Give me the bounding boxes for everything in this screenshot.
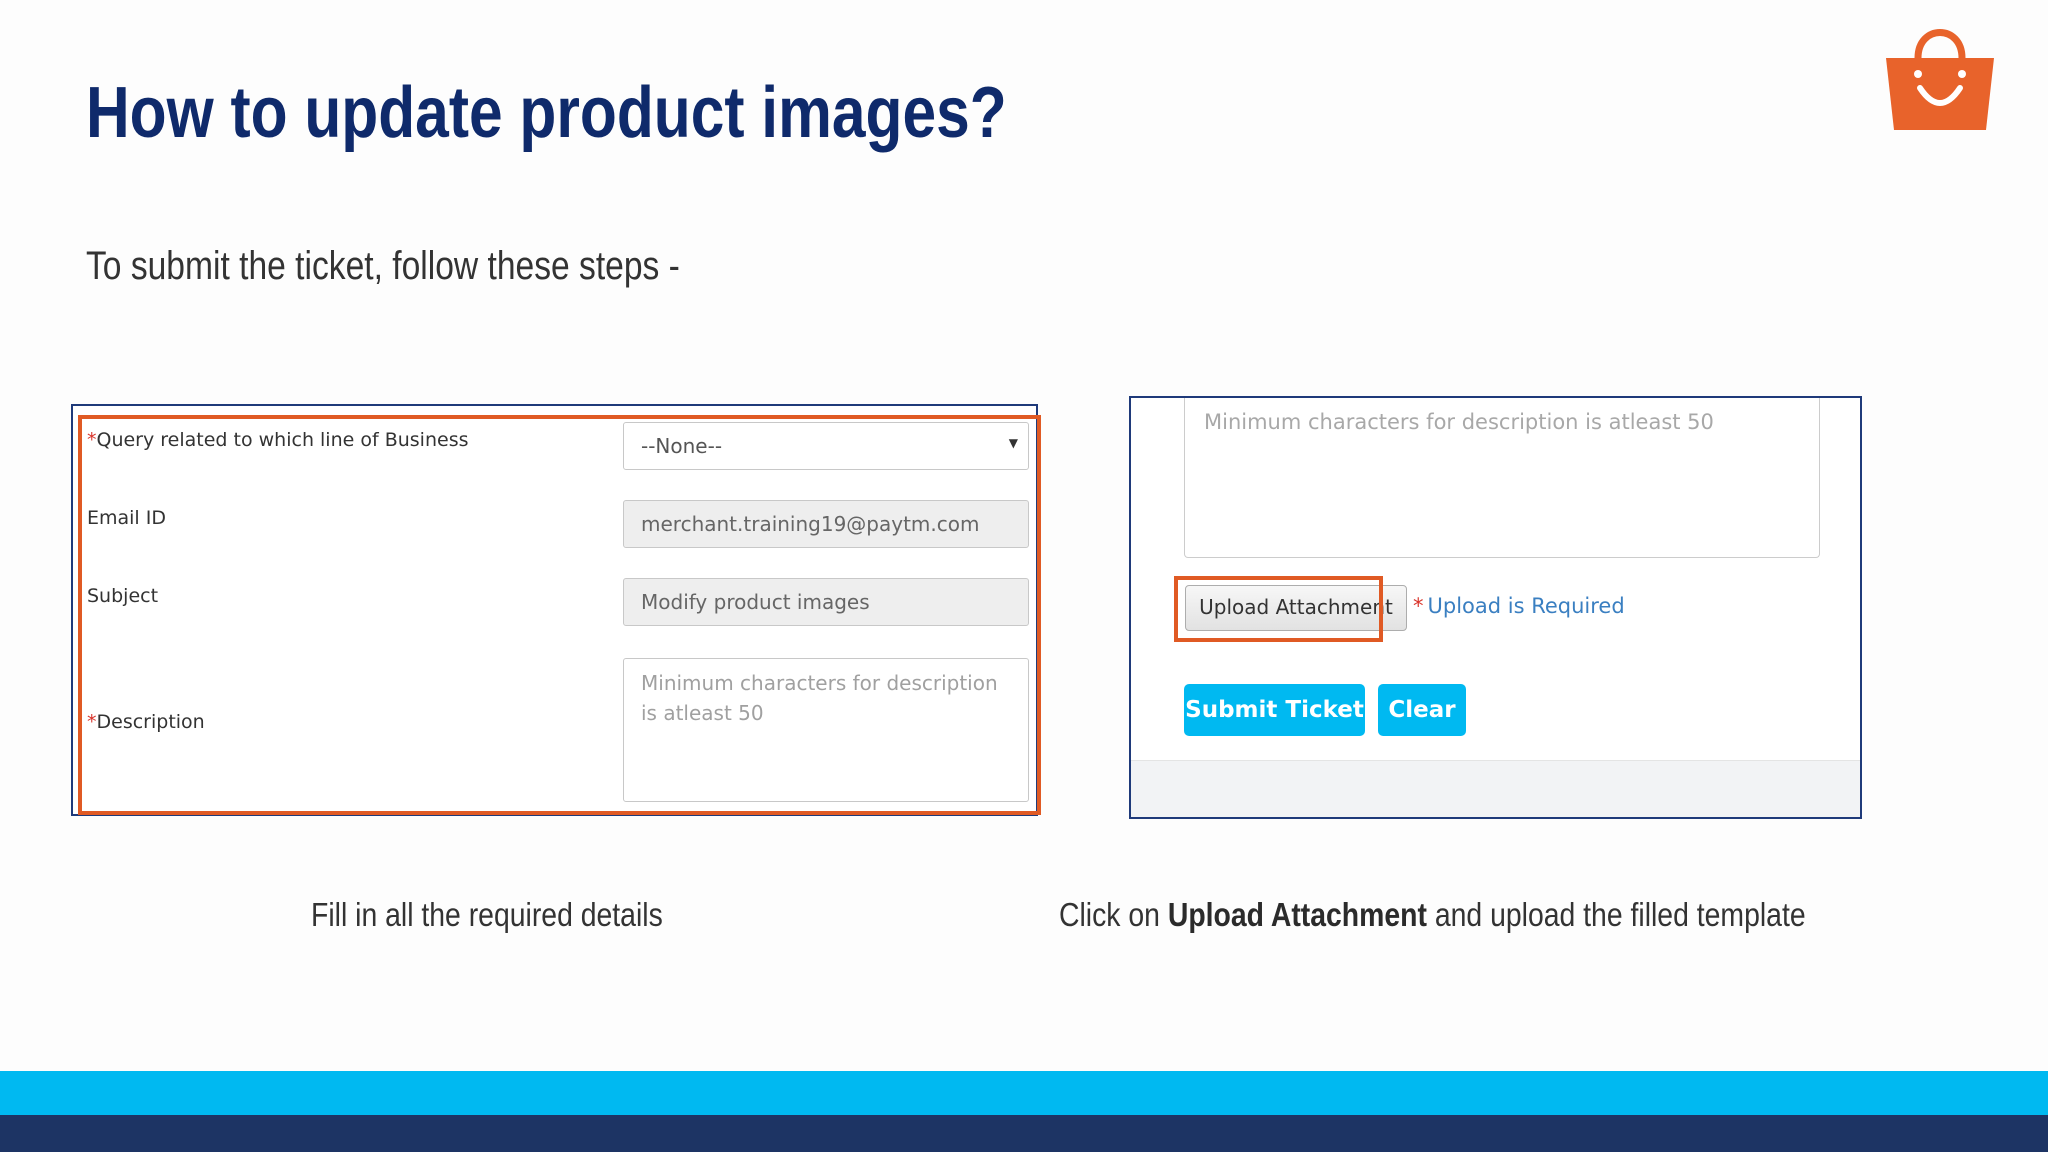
submit-ticket-button[interactable]: Submit Ticket [1184, 684, 1365, 736]
upload-screenshot: Minimum characters for description is at… [1129, 396, 1862, 819]
required-mark: * [1413, 594, 1424, 618]
footer-bar-dark [0, 1115, 2048, 1152]
shopping-bag-icon [1886, 29, 1994, 130]
subject-label: Subject [87, 585, 159, 607]
upload-required-text: * Upload is Required [1413, 594, 1625, 618]
required-mark: * [87, 711, 97, 733]
ticket-form-screenshot: *Query related to which line of Business… [71, 404, 1041, 816]
subject-field[interactable]: Modify product images [623, 578, 1029, 626]
description-textarea[interactable]: Minimum characters for description is at… [623, 658, 1029, 802]
slide-title: How to update product images? [86, 73, 1007, 153]
required-mark: * [87, 429, 97, 451]
caption-left: Fill in all the required details [311, 896, 663, 933]
line-of-business-select[interactable]: --None-- ▼ [623, 422, 1029, 470]
description-label: *Description [87, 711, 205, 733]
caption-right: Click on Upload Attachment and upload th… [1059, 896, 1806, 933]
upload-button-highlight [1174, 576, 1383, 642]
clear-button[interactable]: Clear [1378, 684, 1466, 736]
email-label: Email ID [87, 507, 166, 529]
slide-subtitle: To submit the ticket, follow these steps… [86, 244, 680, 288]
select-value: --None-- [641, 434, 723, 458]
query-label: *Query related to which line of Business [87, 429, 469, 451]
description-textarea[interactable]: Minimum characters for description is at… [1184, 398, 1820, 558]
email-field[interactable]: merchant.training19@paytm.com [623, 500, 1029, 548]
form-footer [1131, 760, 1860, 817]
caret-down-icon: ▼ [1008, 436, 1018, 450]
caption-right-bold: Upload Attachment [1167, 896, 1427, 933]
footer-bar-light [0, 1071, 2048, 1115]
